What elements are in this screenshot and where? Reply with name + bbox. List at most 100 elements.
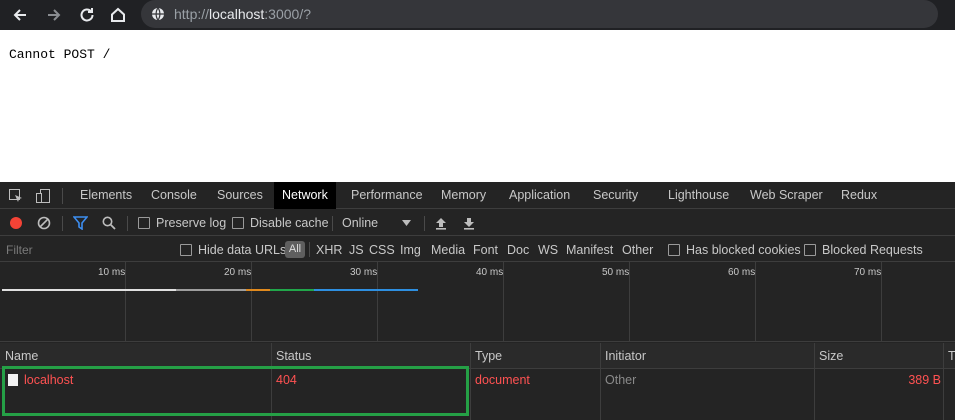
back-icon bbox=[13, 9, 26, 21]
record-button[interactable] bbox=[9, 210, 23, 236]
filter-img[interactable]: Img bbox=[400, 237, 421, 262]
blocked-requests-checkbox[interactable]: Blocked Requests bbox=[804, 237, 923, 262]
back-button[interactable] bbox=[8, 3, 32, 27]
tab-performance[interactable]: Performance bbox=[343, 182, 431, 209]
filter-font[interactable]: Font bbox=[473, 237, 498, 262]
forward-icon bbox=[48, 9, 61, 21]
waterfall-segment-stalled bbox=[2, 289, 176, 291]
timeline-tick-label: 70 ms bbox=[854, 267, 882, 278]
column-header-time[interactable]: T bbox=[943, 343, 955, 369]
throttling-value: Online bbox=[342, 216, 379, 230]
filter-media[interactable]: Media bbox=[431, 237, 465, 262]
preserve-log-label: Preserve log bbox=[156, 216, 227, 230]
tab-elements[interactable]: Elements bbox=[72, 182, 140, 209]
device-toolbar-icon[interactable] bbox=[35, 188, 51, 204]
toolbar-divider bbox=[424, 216, 425, 231]
network-overview-timeline[interactable]: 10 ms 20 ms 30 ms 40 ms 50 ms 60 ms 70 m… bbox=[0, 262, 955, 342]
request-type: document bbox=[475, 373, 530, 387]
page-content: Cannot POST / bbox=[0, 30, 955, 182]
preserve-log-checkbox[interactable]: Preserve log bbox=[138, 210, 226, 236]
chevron-down-icon bbox=[402, 220, 412, 226]
request-initiator: Other bbox=[605, 373, 637, 387]
clear-icon bbox=[37, 216, 51, 230]
upload-icon bbox=[436, 217, 446, 230]
search-button[interactable] bbox=[102, 210, 116, 236]
column-header-initiator[interactable]: Initiator bbox=[600, 343, 646, 369]
checkbox-box[interactable] bbox=[804, 243, 816, 256]
error-message: Cannot POST / bbox=[9, 47, 111, 62]
has-blocked-cookies-label: Has blocked cookies bbox=[686, 242, 801, 257]
tab-lighthouse[interactable]: Lighthouse bbox=[660, 182, 737, 209]
has-blocked-cookies-checkbox[interactable]: Has blocked cookies bbox=[668, 237, 801, 262]
tab-sources[interactable]: Sources bbox=[209, 182, 271, 209]
waterfall-segment-connect bbox=[246, 289, 270, 291]
globe-icon bbox=[152, 7, 164, 21]
address-bar[interactable]: http://localhost:3000/? bbox=[141, 0, 938, 28]
filter-all-button[interactable]: All bbox=[285, 241, 305, 258]
home-button[interactable] bbox=[106, 3, 130, 27]
filter-ws[interactable]: WS bbox=[538, 237, 558, 262]
export-har-button[interactable] bbox=[463, 210, 475, 236]
waterfall-segment-waiting bbox=[270, 289, 314, 291]
inspect-element-icon[interactable] bbox=[8, 188, 24, 204]
column-header-type[interactable]: Type bbox=[470, 343, 502, 369]
forward-button[interactable] bbox=[42, 3, 66, 27]
hide-data-urls-checkbox[interactable]: Hide data URLs bbox=[180, 237, 286, 262]
timeline-tick-label: 30 ms bbox=[350, 267, 378, 278]
disable-cache-checkbox[interactable]: Disable cache bbox=[232, 210, 329, 236]
browser-toolbar: http://localhost:3000/? bbox=[0, 0, 955, 30]
filter-other[interactable]: Other bbox=[622, 237, 653, 262]
toolbar-divider bbox=[62, 216, 63, 231]
devtools-panel: Elements Console Sources Network Perform… bbox=[0, 182, 955, 420]
toolbar-divider bbox=[127, 216, 128, 231]
toolbar-divider bbox=[332, 216, 333, 231]
timeline-tick-label: 50 ms bbox=[602, 267, 630, 278]
checkbox-box[interactable] bbox=[138, 217, 150, 229]
checkbox-box[interactable] bbox=[232, 217, 244, 229]
disable-cache-label: Disable cache bbox=[250, 216, 329, 230]
filter-bar: Hide data URLs All XHR JS CSS Img Media … bbox=[0, 237, 955, 262]
home-icon bbox=[111, 7, 125, 22]
search-icon bbox=[102, 216, 116, 230]
tab-application[interactable]: Application bbox=[501, 182, 578, 209]
filter-manifest[interactable]: Manifest bbox=[566, 237, 613, 262]
waterfall-segment-download bbox=[314, 289, 418, 291]
devtools-tabbar: Elements Console Sources Network Perform… bbox=[0, 182, 955, 209]
tabbar-divider bbox=[62, 188, 63, 204]
column-header-size[interactable]: Size bbox=[814, 343, 843, 369]
filter-divider bbox=[309, 242, 310, 257]
waterfall-segment-queued bbox=[176, 289, 246, 291]
tab-network[interactable]: Network bbox=[274, 182, 336, 209]
filter-js[interactable]: JS bbox=[349, 237, 364, 262]
filter-doc[interactable]: Doc bbox=[507, 237, 529, 262]
annotation-highlight-box bbox=[2, 366, 469, 416]
import-har-button[interactable] bbox=[435, 210, 447, 236]
record-icon bbox=[10, 217, 22, 229]
hide-data-urls-label: Hide data URLs bbox=[198, 242, 287, 257]
tab-security[interactable]: Security bbox=[585, 182, 646, 209]
tab-web-scraper[interactable]: Web Scraper bbox=[742, 182, 831, 209]
tab-memory[interactable]: Memory bbox=[433, 182, 494, 209]
timeline-tick-label: 60 ms bbox=[728, 267, 756, 278]
url-text: http://localhost:3000/? bbox=[174, 6, 312, 22]
timeline-tick-label: 20 ms bbox=[224, 267, 252, 278]
reload-button[interactable] bbox=[75, 3, 99, 27]
clear-button[interactable] bbox=[37, 210, 51, 236]
reload-icon bbox=[80, 8, 94, 22]
filter-css[interactable]: CSS bbox=[369, 237, 395, 262]
request-size: 389 B bbox=[908, 373, 941, 387]
filter-icon bbox=[73, 216, 88, 230]
blocked-requests-label: Blocked Requests bbox=[822, 242, 923, 257]
filter-input[interactable] bbox=[0, 239, 168, 260]
filter-toggle-button[interactable] bbox=[73, 210, 88, 236]
timeline-tick-label: 40 ms bbox=[476, 267, 504, 278]
throttling-select[interactable]: Online bbox=[342, 210, 412, 236]
filter-xhr[interactable]: XHR bbox=[316, 237, 342, 262]
timeline-tick-label: 10 ms bbox=[98, 267, 126, 278]
tab-redux[interactable]: Redux bbox=[833, 182, 885, 209]
checkbox-box[interactable] bbox=[668, 243, 680, 256]
checkbox-box[interactable] bbox=[180, 243, 192, 256]
download-icon bbox=[464, 217, 474, 230]
network-toolbar: Preserve log Disable cache Online bbox=[0, 210, 955, 236]
tab-console[interactable]: Console bbox=[143, 182, 205, 209]
